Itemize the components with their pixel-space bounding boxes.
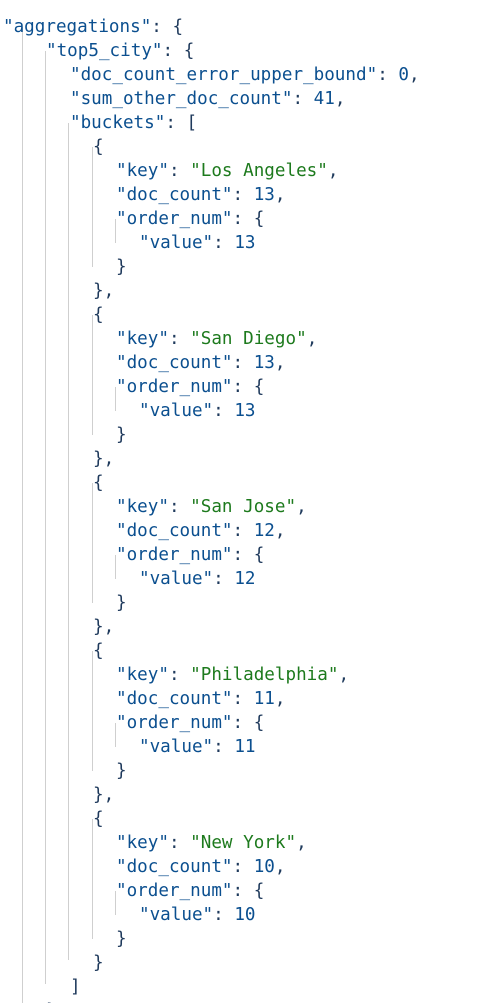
code-line: "key": "San Diego", [116, 329, 318, 349]
code-line: }, [93, 281, 115, 301]
code-line: "doc_count": 11, [116, 689, 286, 709]
code-line: } [116, 761, 127, 781]
code-line: "doc_count": 13, [116, 353, 286, 373]
code-line: { [93, 809, 104, 829]
code-line: "sum_other_doc_count": 41, [70, 89, 346, 109]
code-line: "doc_count": 13, [116, 185, 286, 205]
indent-guide [92, 819, 93, 939]
code-line: "order_num": { [116, 881, 265, 901]
code-line: "value": 13 [139, 233, 256, 253]
code-line: "value": 12 [139, 569, 256, 589]
json-code-viewer: "aggregations": { "top5_city": { "doc_coun… [0, 0, 497, 1003]
code-line: { [93, 305, 104, 325]
code-line: "aggregations": { [3, 17, 184, 37]
code-line: } [46, 999, 57, 1003]
code-line: "key": "New York", [116, 833, 307, 853]
code-line: { [93, 473, 104, 493]
code-line: "key": "Philadelphia", [116, 665, 350, 685]
indent-guide [92, 147, 93, 267]
code-line: } [116, 929, 127, 949]
indent-guide [92, 651, 93, 771]
code-line: ] [70, 977, 81, 997]
code-line: }, [93, 617, 115, 637]
indent-guide [92, 315, 93, 435]
code-line: } [116, 257, 127, 277]
code-line: "doc_count": 12, [116, 521, 286, 541]
indent-guide [45, 51, 46, 984]
code-line: }, [93, 785, 115, 805]
code-line: { [93, 137, 104, 157]
code-line: "doc_count_error_upper_bound": 0, [70, 65, 420, 85]
code-line: "buckets": [ [70, 113, 198, 133]
code-line: { [93, 641, 104, 661]
code-line: "order_num": { [116, 545, 265, 565]
code-line: "order_num": { [116, 209, 265, 229]
indent-guide [68, 123, 69, 960]
code-line: "order_num": { [116, 713, 265, 733]
code-line: "key": "Los Angeles", [116, 161, 339, 181]
code-line: "value": 10 [139, 905, 256, 925]
code-line: "value": 13 [139, 401, 256, 421]
code-line: } [116, 425, 127, 445]
code-line: "order_num": { [116, 377, 265, 397]
code-line: }, [93, 449, 115, 469]
code-line: "doc_count": 10, [116, 857, 286, 877]
code-line: "top5_city": { [46, 41, 195, 61]
code-line: "value": 11 [139, 737, 256, 757]
indent-guide [92, 483, 93, 603]
code-line: "key": "San Jose", [116, 497, 307, 517]
indent-guide [22, 27, 23, 1003]
code-line: } [116, 593, 127, 613]
code-line: } [93, 953, 104, 973]
